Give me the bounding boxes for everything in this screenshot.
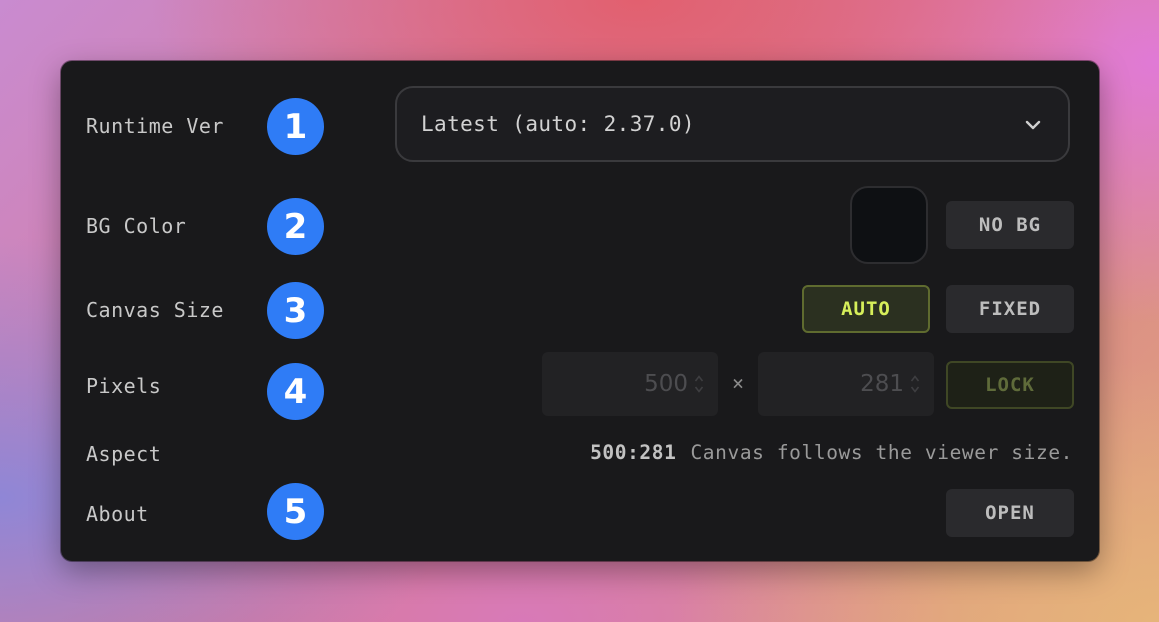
step-badge-3: 3	[267, 282, 324, 339]
auto-size-button[interactable]: AUTO	[802, 285, 930, 333]
chevron-down-icon	[1025, 120, 1041, 130]
aspect-ratio-value: 500:281	[590, 441, 677, 464]
no-bg-button[interactable]: NO BG	[946, 201, 1074, 249]
runtime-version-value: Latest (auto: 2.37.0)	[421, 112, 695, 136]
aspect-label: Aspect	[86, 442, 162, 466]
step-badge-5: 5	[267, 483, 324, 540]
dimension-separator: ×	[732, 371, 745, 395]
aspect-note: Canvas follows the viewer size.	[690, 441, 1073, 464]
step-badge-4: 4	[267, 363, 324, 420]
width-input[interactable]: 500	[542, 352, 718, 416]
aspect-info: 500:281 Canvas follows the viewer size.	[590, 441, 1073, 464]
height-input[interactable]: 281	[758, 352, 934, 416]
runtime-ver-label: Runtime Ver	[86, 114, 224, 138]
about-label: About	[86, 502, 149, 526]
height-value: 281	[860, 371, 904, 397]
bg-color-label: BG Color	[86, 214, 187, 238]
settings-panel: Runtime Ver 1 Latest (auto: 2.37.0) BG C…	[61, 61, 1099, 561]
fixed-size-button[interactable]: FIXED	[946, 285, 1074, 333]
stepper-arrows-icon[interactable]	[910, 373, 920, 395]
bg-color-swatch[interactable]	[850, 186, 928, 264]
step-badge-2: 2	[267, 198, 324, 255]
canvas-size-label: Canvas Size	[86, 298, 224, 322]
pixels-label: Pixels	[86, 374, 162, 398]
stepper-arrows-icon[interactable]	[694, 373, 704, 395]
open-about-button[interactable]: OPEN	[946, 489, 1074, 537]
runtime-version-select[interactable]: Latest (auto: 2.37.0)	[395, 86, 1070, 162]
lock-button[interactable]: LOCK	[946, 361, 1074, 409]
width-value: 500	[644, 371, 688, 397]
step-badge-1: 1	[267, 98, 324, 155]
